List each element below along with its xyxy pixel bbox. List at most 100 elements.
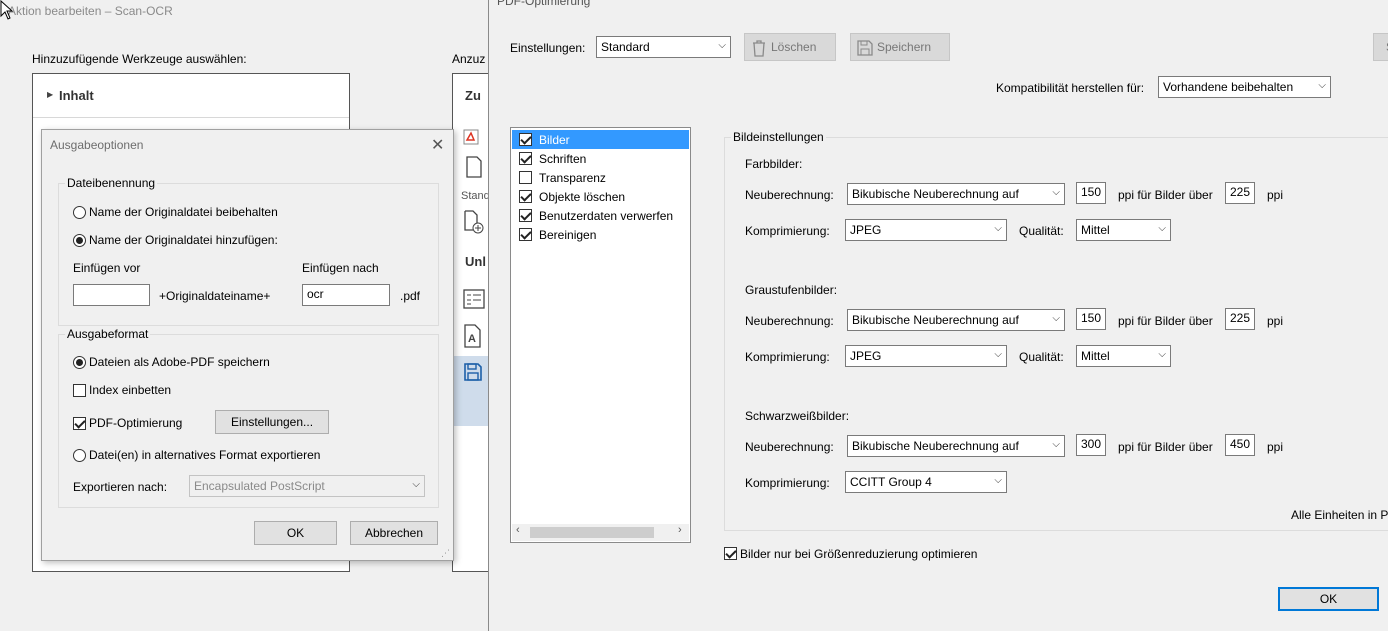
file-naming-group: Dateibenennung Name der Originaldatei be… (58, 176, 439, 326)
export-alt-format-radio[interactable] (73, 449, 86, 462)
ok-button[interactable]: OK (254, 521, 337, 545)
category-item-schriften[interactable]: Schriften (512, 149, 689, 168)
settings-preset-value: Standard (601, 40, 650, 54)
grayscale-images-title: Graustufenbilder: (745, 283, 838, 297)
chevron-down-icon: ⌵ (1158, 223, 1166, 234)
color-above-ppi-input[interactable]: 225 (1225, 182, 1255, 204)
quality-label: Qualität: (1019, 224, 1064, 238)
category-checkbox[interactable] (519, 228, 532, 241)
color-quality-select[interactable]: Mittel ⌵ (1076, 219, 1171, 241)
category-label: Bilder (539, 133, 570, 147)
quality-value: Mittel (1081, 349, 1110, 363)
chevron-down-icon: ⌵ (994, 475, 1002, 486)
gray-compression-select[interactable]: JPEG ⌵ (845, 345, 1007, 367)
add-name-label: Name der Originaldatei hinzufügen: (89, 233, 278, 247)
save-icon (463, 362, 483, 385)
settings-button[interactable]: Einstellungen... (215, 410, 329, 434)
gray-above-ppi-input[interactable]: 225 (1225, 308, 1255, 330)
compression-label: Komprimierung: (745, 476, 830, 490)
chevron-down-icon: ⌵ (412, 479, 420, 490)
settings-preset-select[interactable]: Standard ⌵ (596, 36, 731, 58)
resample-label: Neuberechnung: (745, 188, 834, 202)
category-checkbox[interactable] (519, 171, 532, 184)
add-document-icon (463, 210, 485, 237)
steps-header: Zu (465, 88, 481, 103)
chevron-down-icon: ⌵ (994, 349, 1002, 360)
horizontal-scrollbar[interactable]: ‹ › (512, 524, 689, 541)
insert-after-input[interactable]: ocr (302, 284, 390, 306)
form-icon (463, 288, 485, 313)
mono-ppi-input[interactable]: 300 (1076, 434, 1106, 456)
above-ppi-label: ppi für Bilder über (1118, 314, 1213, 328)
color-ppi-input[interactable]: 150 (1076, 182, 1106, 204)
add-name-radio[interactable] (73, 234, 86, 247)
delete-button-label: Löschen (771, 40, 817, 54)
category-label: Objekte löschen (539, 190, 626, 204)
cancel-button[interactable]: Abbrechen (350, 521, 438, 545)
chevron-down-icon: ⌵ (1052, 439, 1060, 450)
scroll-left-icon[interactable]: ‹ (516, 524, 520, 536)
mono-compression-select[interactable]: CCITT Group 4 ⌵ (845, 471, 1007, 493)
keep-name-label: Name der Originaldatei beibehalten (89, 205, 278, 219)
save-preset-button-label: Speichern (877, 40, 932, 54)
gray-resample-select[interactable]: Bikubische Neuberechnung auf ⌵ (847, 309, 1065, 331)
resize-grip-icon[interactable]: ⋰ (441, 548, 450, 559)
selected-step-highlight[interactable] (453, 356, 493, 426)
compression-value: CCITT Group 4 (850, 475, 932, 489)
mono-resample-select[interactable]: Bikubische Neuberechnung auf ⌵ (847, 435, 1065, 457)
category-item-bereinigen[interactable]: Bereinigen (512, 225, 689, 244)
gray-ppi-input[interactable]: 150 (1076, 308, 1106, 330)
mono-above-ppi-input[interactable]: 450 (1225, 434, 1255, 456)
category-item-bilder[interactable]: Bilder (512, 130, 689, 149)
scroll-right-icon[interactable]: › (678, 524, 682, 536)
chevron-down-icon: ⌵ (1318, 80, 1326, 91)
category-item-objekte-loeschen[interactable]: Objekte löschen (512, 187, 689, 206)
category-checkbox[interactable] (519, 133, 532, 146)
color-compression-select[interactable]: JPEG ⌵ (845, 219, 1007, 241)
delete-button[interactable]: Löschen (744, 33, 836, 61)
ppi-unit-label: ppi (1267, 314, 1284, 328)
category-item-benutzerdaten[interactable]: Benutzerdaten verwerfen (512, 206, 689, 225)
window-title: PDF-Optimierung (497, 0, 591, 8)
category-label: Transparenz (539, 171, 606, 185)
save-as-pdf-label: Dateien als Adobe-PDF speichern (89, 355, 270, 369)
pdf-optimization-checkbox[interactable] (73, 417, 86, 430)
trash-icon (751, 39, 767, 57)
category-checkbox[interactable] (519, 209, 532, 222)
export-format-select[interactable]: Encapsulated PostScript ⌵ (189, 475, 425, 497)
chevron-down-icon: ⌵ (994, 223, 1002, 234)
gray-quality-select[interactable]: Mittel ⌵ (1076, 345, 1171, 367)
chevron-down-icon: ⌵ (1052, 187, 1060, 198)
above-ppi-label: ppi für Bilder über (1118, 440, 1213, 454)
scrollbar-thumb[interactable] (530, 527, 654, 538)
resample-label: Neuberechnung: (745, 314, 834, 328)
category-item-transparenz[interactable]: Transparenz (512, 168, 689, 187)
close-icon[interactable]: ✕ (431, 135, 444, 155)
category-checkbox[interactable] (519, 152, 532, 165)
compatibility-select[interactable]: Vorhandene beibehalten ⌵ (1158, 76, 1331, 98)
original-name-placeholder-text: +Originaldateiname+ (159, 289, 271, 303)
optimize-only-if-smaller-checkbox[interactable] (724, 547, 737, 560)
save-as-pdf-radio[interactable] (73, 356, 86, 369)
shown-tools-label: Anzuz (452, 52, 486, 66)
compatibility-label: Kompatibilität herstellen für: (996, 81, 1145, 95)
audit-space-button[interactable]: S (1373, 33, 1388, 61)
ok-button[interactable]: OK (1278, 587, 1379, 611)
quality-label: Qualität: (1019, 350, 1064, 364)
category-checkbox[interactable] (519, 190, 532, 203)
insert-before-label: Einfügen vor (73, 261, 141, 275)
dialog-title: Ausgabeoptionen (50, 138, 144, 152)
save-preset-button[interactable]: Speichern (850, 33, 950, 61)
insert-before-input[interactable] (73, 284, 150, 306)
resample-value: Bikubische Neuberechnung auf (852, 313, 1019, 327)
embed-index-checkbox[interactable] (73, 384, 86, 397)
output-options-dialog: Ausgabeoptionen ✕ Dateibenennung Name de… (41, 129, 454, 561)
keep-name-radio[interactable] (73, 206, 86, 219)
color-resample-select[interactable]: Bikubische Neuberechnung auf ⌵ (847, 183, 1065, 205)
tools-panel-item-inhalt[interactable]: ▶ Inhalt (33, 74, 349, 118)
category-list[interactable]: Bilder Schriften Transparenz Objekte lös… (510, 127, 691, 543)
expand-arrow-icon[interactable]: ▶ (47, 90, 53, 99)
category-label: Benutzerdaten verwerfen (539, 209, 674, 223)
resample-label: Neuberechnung: (745, 440, 834, 454)
file-extension-label: .pdf (400, 289, 421, 303)
